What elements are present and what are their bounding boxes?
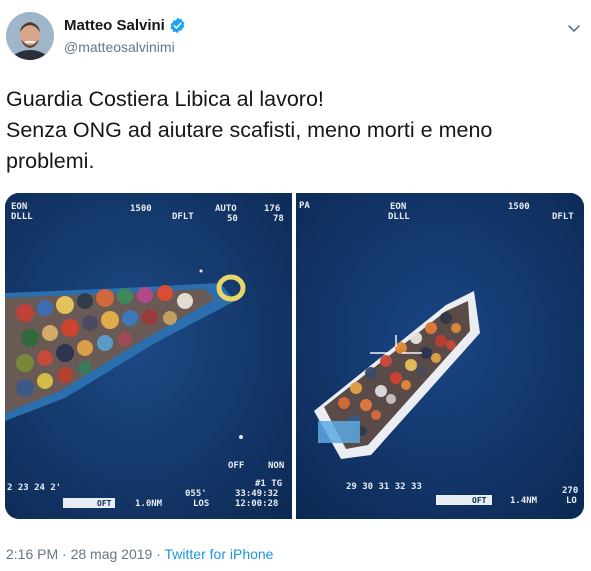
overlay-dll: DLLL [11,212,33,222]
overlay-altitude: 1500 [130,204,152,214]
overlay-coords-2: 12:00:28 [235,499,278,509]
overlay-dll: DLLL [388,212,410,222]
overlay-off: OFF [228,461,244,471]
tweet-date[interactable]: 28 mag 2019 [71,546,153,562]
chevron-down-icon[interactable] [566,20,582,36]
overlay-scale: 29 30 31 32 33 [346,482,422,492]
overlay-auto-value: 50 [227,214,238,224]
avatar-portrait [6,12,54,60]
verified-badge-icon [170,17,185,34]
photo-left[interactable]: EON DLLL 1500 DFLT AUTO 50 176 78 OFF NO… [5,193,292,519]
overlay-range: 1.4NM [510,496,538,506]
tweet-source-link[interactable]: Twitter for iPhone [165,546,274,562]
overlay-angle: 055' [185,489,207,499]
footer-separator: · [58,546,71,562]
overlay-corner-top: 270 [562,486,578,496]
overlay-altitude: 1500 [508,202,530,212]
overlay-oft: OFT [97,499,112,508]
overlay-corner-bottom: LO [566,496,577,506]
overlay-dflt: DFLT [172,212,194,222]
photo-right[interactable]: PA EON DLLL 1500 DFLT 29 30 31 32 33 270… [296,193,584,519]
author-handle[interactable]: @matteosalvinimi [64,39,175,55]
tweet-text-line: Senza ONG ad aiutare scafisti, meno mort… [6,118,493,142]
overlay-corner-bottom: 78 [273,214,284,224]
media-grid: EON DLLL 1500 DFLT AUTO 50 176 78 OFF NO… [5,193,584,519]
overlay-dflt: DFLT [552,212,574,222]
overlay-auto: AUTO [215,204,237,214]
tweet-time[interactable]: 2:16 PM [6,546,58,562]
overlay-scale: 2 23 24 2' [7,483,61,493]
overlay-los: LOS [193,499,209,509]
overlay-oft: OFT [472,496,487,505]
overlay-corner-top: 176 [264,204,280,214]
tweet-footer: 2:16 PM · 28 mag 2019 · Twitter for iPho… [6,546,273,562]
overlay-coords-1: 33:49:32 [235,489,278,499]
overlay-pa: PA [299,201,310,211]
overlay-eon: EON [11,202,27,212]
overlay-non: NON [268,461,284,471]
avatar[interactable] [6,12,54,60]
author-name[interactable]: Matteo Salvini [64,17,165,34]
tweet-text: Guardia Costiera Libica al lavoro! Senza… [6,84,576,177]
overlay-eon: EON [390,202,406,212]
tweet-text-line: Guardia Costiera Libica al lavoro! [6,87,324,111]
overlay-tg: #1 TG [255,479,282,489]
footer-separator: · [152,546,165,562]
overlay-range: 1.0NM [135,499,163,509]
tweet-text-line: problemi. [6,149,95,173]
